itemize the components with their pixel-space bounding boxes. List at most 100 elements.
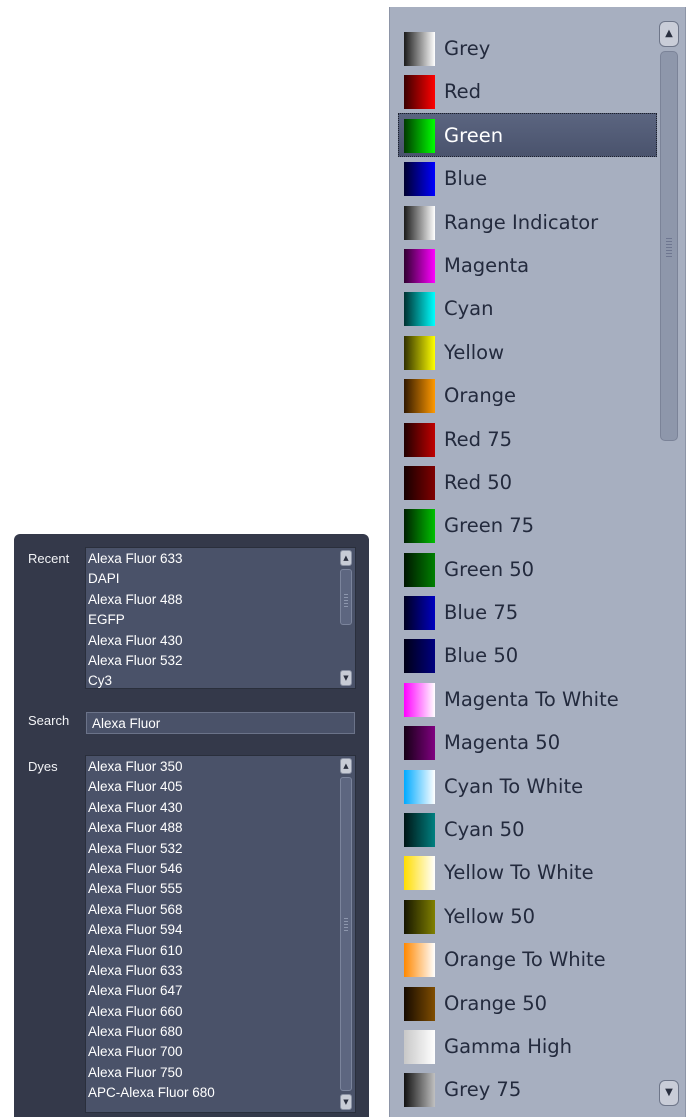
color-swatch-icon <box>404 422 435 457</box>
lut-option-red-50[interactable]: Red 50 <box>390 461 657 504</box>
lut-option-grey-75[interactable]: Grey 75 <box>390 1068 657 1111</box>
lut-option-range-indicator[interactable]: Range Indicator <box>390 201 657 244</box>
lut-option-green[interactable]: Green <box>390 112 657 158</box>
list-item[interactable]: Alexa Fluor 350 <box>88 757 337 777</box>
dyes-scrollbar[interactable]: ▲ ▼ <box>340 758 352 1110</box>
color-swatch-icon <box>404 639 435 674</box>
lut-option-grey[interactable]: Grey <box>390 27 657 70</box>
color-swatch-icon <box>404 32 435 66</box>
color-swatch-icon <box>404 292 435 327</box>
lut-option-blue[interactable]: Blue <box>390 157 657 200</box>
color-swatch-icon <box>404 1073 435 1108</box>
lut-option-orange-50[interactable]: Orange 50 <box>390 982 657 1025</box>
lut-scrollbar[interactable]: ▲ ▼ <box>659 21 679 1106</box>
lut-option-label: Grey <box>444 37 491 60</box>
list-item[interactable]: Alexa Fluor 532 <box>88 839 337 859</box>
recent-listbox[interactable]: Alexa Fluor 633 DAPI Alexa Fluor 488 EGFP Al… <box>85 547 356 689</box>
lut-option-label: Orange <box>444 384 517 408</box>
scroll-down-arrow-icon[interactable]: ▼ <box>659 1080 679 1106</box>
lut-option-blue-50[interactable]: Blue 50 <box>390 634 657 677</box>
scroll-up-arrow-icon[interactable]: ▲ <box>340 758 352 774</box>
scroll-down-arrow-icon[interactable]: ▼ <box>340 1094 352 1110</box>
lut-option-green-50[interactable]: Green 50 <box>390 548 657 591</box>
list-item[interactable]: Alexa Fluor 633 <box>88 961 337 981</box>
lut-option-label: Blue 75 <box>444 601 519 625</box>
lut-option-blue-75[interactable]: Blue 75 <box>390 591 657 634</box>
list-item[interactable]: Alexa Fluor 488 <box>88 590 337 610</box>
list-item[interactable]: Alexa Fluor 532 <box>88 651 337 671</box>
lut-option-cyan-to-white[interactable]: Cyan To White <box>390 765 657 808</box>
color-swatch-icon <box>404 118 435 153</box>
list-item[interactable]: Alexa Fluor 405 <box>88 777 337 797</box>
lut-option-label: Green 75 <box>444 514 535 538</box>
color-swatch-icon <box>404 682 435 717</box>
list-item[interactable]: Alexa Fluor 660 <box>88 1002 337 1022</box>
lut-items: Grey Red Green Blue Range Indicator Magenta Cy… <box>390 27 657 1112</box>
grip-icon <box>344 918 348 933</box>
scrollbar-thumb[interactable] <box>340 777 352 1091</box>
list-item[interactable]: Alexa Fluor 430 <box>88 798 337 818</box>
lut-option-magenta-to-white[interactable]: Magenta To White <box>390 678 657 721</box>
lut-option-label: Red 50 <box>444 470 513 494</box>
lut-dropdown-list[interactable]: Grey Red Green Blue Range Indicator Magenta Cy… <box>389 7 686 1117</box>
scrollbar-thumb[interactable] <box>660 51 678 441</box>
lut-option-orange-to-white[interactable]: Orange To White <box>390 938 657 981</box>
lut-option-cyan-50[interactable]: Cyan 50 <box>390 808 657 851</box>
color-swatch-icon <box>404 986 435 1021</box>
scrollbar-thumb[interactable] <box>340 569 352 625</box>
list-item[interactable]: Alexa Fluor 610 <box>88 941 337 961</box>
lut-option-label: Magenta To White <box>444 687 619 711</box>
search-input[interactable] <box>86 712 355 734</box>
dyes-label: Dyes <box>28 759 58 774</box>
scroll-up-arrow-icon[interactable]: ▲ <box>659 21 679 47</box>
color-swatch-icon <box>404 813 435 848</box>
lut-option-label: Blue 50 <box>444 644 519 668</box>
list-item[interactable]: Alexa Fluor 680 <box>88 1022 337 1042</box>
lut-option-label: Yellow <box>444 340 505 364</box>
list-item[interactable]: Alexa Fluor 594 <box>88 920 337 940</box>
lut-option-label: Green 50 <box>444 557 535 581</box>
lut-option-yellow[interactable]: Yellow <box>390 331 657 374</box>
list-item[interactable]: Alexa Fluor 700 <box>88 1042 337 1062</box>
list-item[interactable]: Alexa Fluor 430 <box>88 631 337 651</box>
list-item[interactable]: APC-Alexa Fluor 680 <box>88 1083 337 1103</box>
list-item[interactable]: DAPI <box>88 569 337 589</box>
list-item[interactable]: Cy3 <box>88 671 337 688</box>
color-swatch-icon <box>404 856 435 891</box>
lut-option-label: Orange 50 <box>444 991 548 1015</box>
color-swatch-icon <box>404 899 435 934</box>
lut-option-gamma-high[interactable]: Gamma High <box>390 1025 657 1068</box>
dyes-listbox[interactable]: Alexa Fluor 350 Alexa Fluor 405 Alexa Fluo… <box>85 755 356 1113</box>
color-swatch-icon <box>404 335 435 370</box>
lut-option-orange[interactable]: Orange <box>390 374 657 417</box>
color-swatch-icon <box>404 205 435 240</box>
recent-scrollbar[interactable]: ▲ ▼ <box>340 550 352 686</box>
list-item[interactable]: EGFP <box>88 610 337 630</box>
list-item[interactable]: Alexa Fluor 555 <box>88 879 337 899</box>
scroll-down-arrow-icon[interactable]: ▼ <box>340 670 352 686</box>
list-item[interactable]: Alexa Fluor 750 <box>88 1063 337 1083</box>
lut-option-red-75[interactable]: Red 75 <box>390 418 657 461</box>
color-swatch-icon <box>404 509 435 544</box>
scroll-up-arrow-icon[interactable]: ▲ <box>340 550 352 566</box>
color-swatch-icon <box>404 465 435 500</box>
lut-option-label: Magenta <box>444 253 530 277</box>
list-item[interactable]: Alexa Fluor 647 <box>88 981 337 1001</box>
color-swatch-icon <box>404 726 435 761</box>
lut-option-label: Grey 75 <box>444 1078 522 1102</box>
lut-option-magenta-50[interactable]: Magenta 50 <box>390 721 657 764</box>
grip-icon <box>344 594 348 609</box>
lut-option-magenta[interactable]: Magenta <box>390 244 657 287</box>
lut-option-label: Yellow 50 <box>444 904 536 928</box>
list-item[interactable]: Alexa Fluor 546 <box>88 859 337 879</box>
list-item[interactable]: Alexa Fluor 568 <box>88 900 337 920</box>
lut-option-label: Red 75 <box>444 427 513 451</box>
recent-items: Alexa Fluor 633 DAPI Alexa Fluor 488 EGFP Al… <box>88 549 337 688</box>
list-item[interactable]: Alexa Fluor 633 <box>88 549 337 569</box>
list-item[interactable]: Alexa Fluor 488 <box>88 818 337 838</box>
lut-option-yellow-to-white[interactable]: Yellow To White <box>390 851 657 894</box>
lut-option-yellow-50[interactable]: Yellow 50 <box>390 895 657 938</box>
lut-option-green-75[interactable]: Green 75 <box>390 504 657 547</box>
lut-option-cyan[interactable]: Cyan <box>390 287 657 330</box>
lut-option-red[interactable]: Red <box>390 70 657 113</box>
